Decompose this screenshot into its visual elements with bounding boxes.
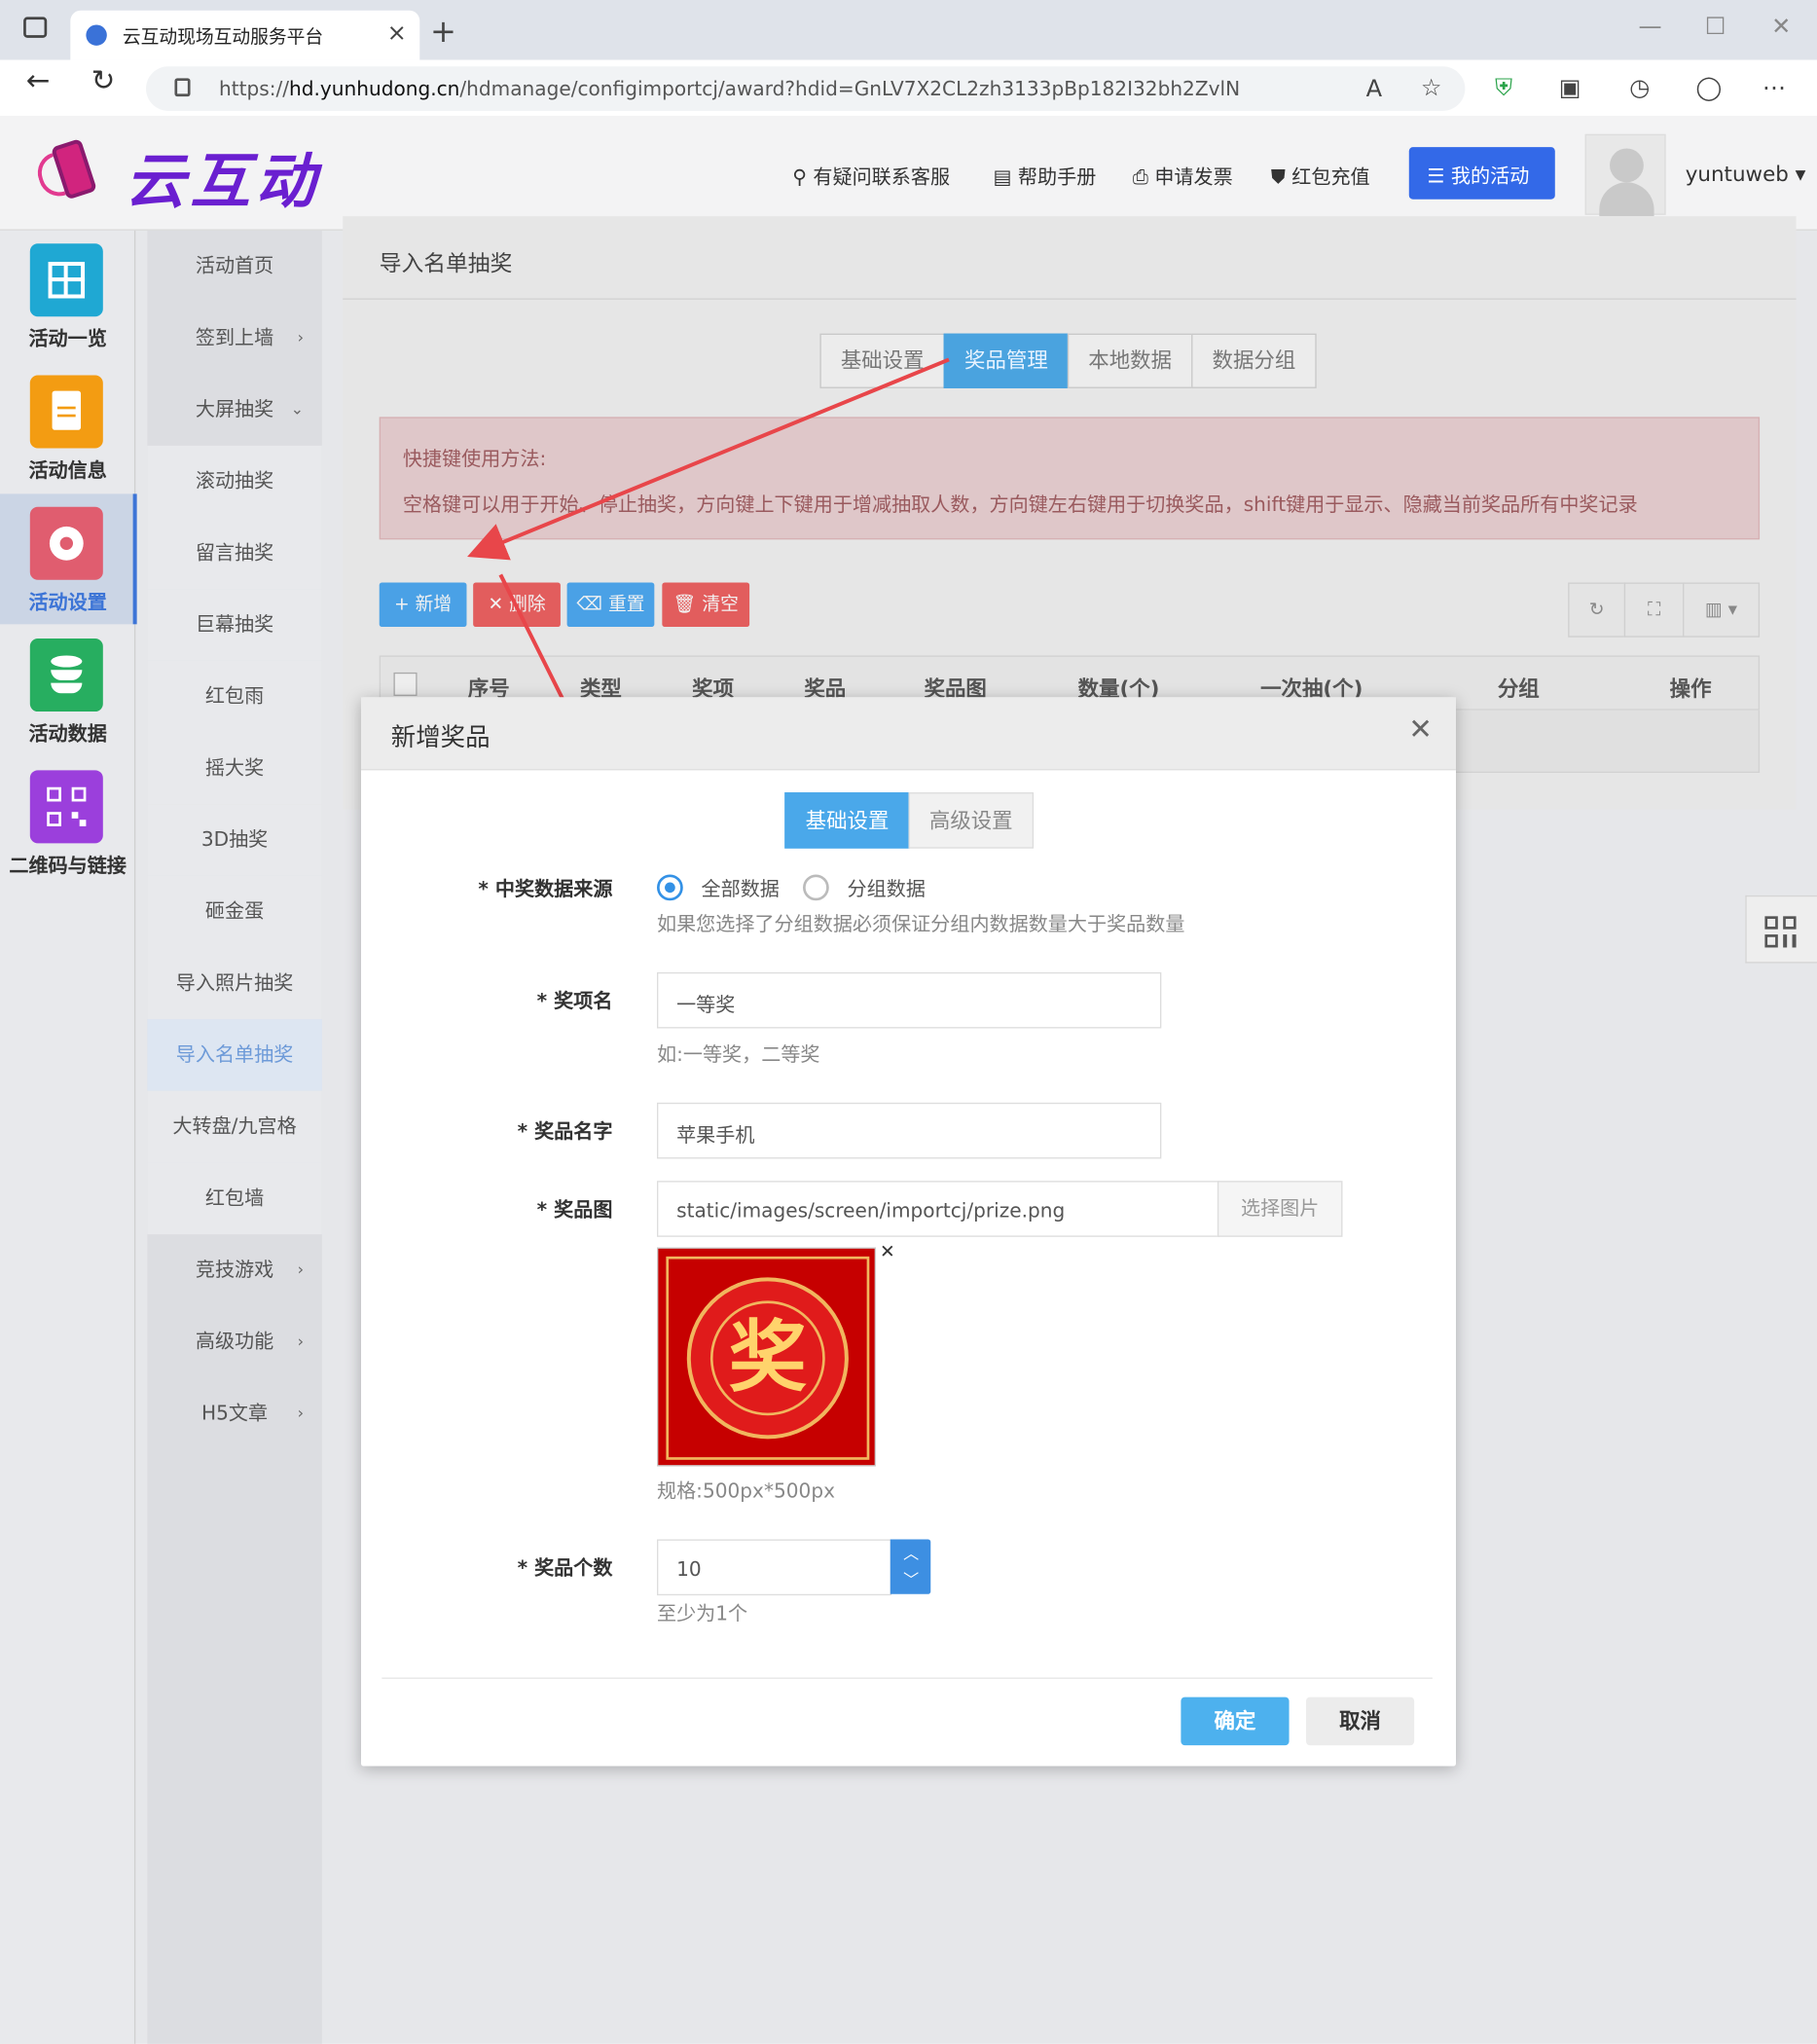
history-icon[interactable]: ◷ — [1629, 74, 1650, 101]
count-hint: 至少为1个 — [657, 1601, 748, 1625]
profile-icon[interactable]: ◯ — [1695, 74, 1722, 101]
modal-header: 新增奖品 ✕ — [360, 697, 1456, 771]
refresh-icon[interactable]: ↻ — [91, 65, 116, 97]
more-icon[interactable]: ⋯ — [1762, 74, 1786, 101]
radio-group-data[interactable] — [803, 874, 829, 901]
tab-title: 云互动现场互动服务平台 — [122, 27, 324, 49]
prize-name-input[interactable]: 苹果手机 — [657, 1102, 1162, 1159]
prize-count-label: * 奖品个数 — [517, 1555, 613, 1581]
page-content: 云互动 ⚲ 有疑问联系客服 ▤ 帮助手册 ⎙ 申请发票 ⛊ 红包充值 ☰ 我的活… — [0, 116, 1817, 2044]
add-prize-modal: 新增奖品 ✕ 基础设置 高级设置 * 中奖数据来源 全部数据 分组数据 如果您选… — [360, 697, 1456, 1767]
window-close-icon[interactable]: ✕ — [1771, 13, 1791, 40]
favicon-icon — [86, 24, 107, 46]
chevron-up-icon[interactable]: ︿ — [903, 1542, 919, 1564]
tab-actions-icon[interactable] — [23, 17, 48, 38]
url-field[interactable]: https://hd.yunhudong.cn/hdmanage/configi… — [146, 66, 1466, 111]
modal-tab-advanced[interactable]: 高级设置 — [908, 792, 1035, 849]
radio-all-data-label[interactable]: 全部数据 — [702, 874, 780, 901]
maximize-icon[interactable]: ☐ — [1705, 13, 1726, 40]
lock-icon — [174, 78, 191, 97]
prize-count-input[interactable]: 10 — [657, 1539, 892, 1596]
minimize-icon[interactable]: — — [1639, 13, 1662, 40]
tab-bar: 云互动现场互动服务平台 × + — ☐ ✕ — [0, 0, 1817, 60]
radio-group-data-label[interactable]: 分组数据 — [848, 874, 926, 901]
extension-icon[interactable]: ▣ — [1559, 74, 1581, 101]
confirm-button[interactable]: 确定 — [1181, 1697, 1290, 1746]
award-label: * 奖项名 — [536, 989, 613, 1013]
address-bar-row: ← ↻ https://hd.yunhudong.cn/hdmanage/con… — [0, 59, 1817, 117]
close-tab-icon[interactable]: × — [387, 19, 407, 47]
url-text: https://hd.yunhudong.cn/hdmanage/configi… — [219, 77, 1241, 101]
prize-image-char: 奖 — [728, 1312, 808, 1405]
remove-image-icon[interactable]: ✕ — [880, 1242, 895, 1262]
award-hint: 如:一等奖，二等奖 — [657, 1042, 820, 1067]
modal-tab-basic[interactable]: 基础设置 — [784, 792, 910, 849]
browser-tab[interactable]: 云互动现场互动服务平台 × — [70, 10, 420, 60]
count-stepper[interactable]: ︿ ﹀ — [890, 1539, 931, 1594]
extension-shield-icon[interactable]: ⛨ — [1495, 74, 1512, 101]
modal-footer-divider — [382, 1677, 1433, 1679]
image-spec-hint: 规格:500px*500px — [657, 1478, 835, 1504]
modal-title: 新增奖品 — [390, 723, 491, 752]
prize-image-preview: 奖 — [657, 1247, 877, 1467]
cancel-button[interactable]: 取消 — [1305, 1697, 1415, 1746]
source-label: * 中奖数据来源 — [478, 877, 613, 901]
arrow-to-add-button — [467, 357, 950, 561]
prize-image-path-input[interactable]: static/images/screen/importcj/prize.png — [657, 1181, 1220, 1237]
prize-name-label: * 奖品名字 — [517, 1119, 613, 1144]
chevron-down-icon[interactable]: ﹀ — [903, 1568, 919, 1590]
prize-image-label: * 奖品图 — [536, 1197, 613, 1222]
browser-chrome: 云互动现场互动服务平台 × + — ☐ ✕ ← ↻ https://hd.yun… — [0, 0, 1817, 117]
read-aloud-icon[interactable]: A — [1366, 76, 1383, 103]
radio-all-data[interactable] — [657, 874, 683, 901]
choose-image-button[interactable]: 选择图片 — [1217, 1181, 1343, 1237]
favorite-icon[interactable]: ☆ — [1421, 74, 1442, 101]
new-tab-icon[interactable]: + — [430, 13, 456, 50]
back-icon[interactable]: ← — [26, 65, 51, 97]
source-hint: 如果您选择了分组数据必须保证分组内数据数量大于奖品数量 — [657, 912, 1185, 936]
close-icon[interactable]: ✕ — [1408, 714, 1433, 747]
award-name-input[interactable]: 一等奖 — [657, 971, 1162, 1029]
